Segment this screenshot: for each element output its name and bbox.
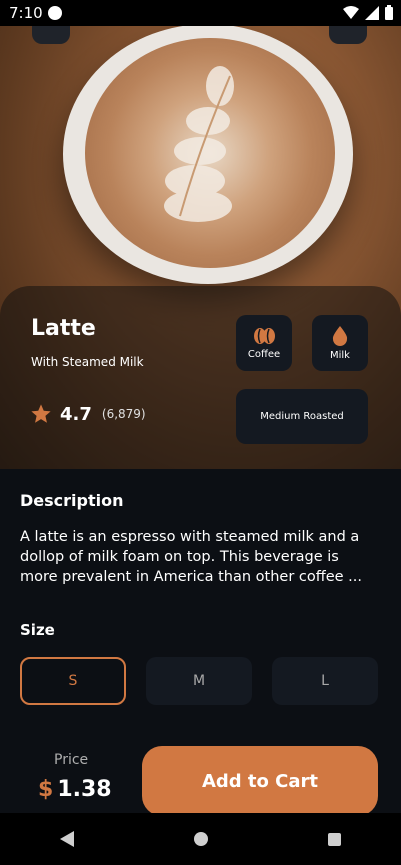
status-time: 7:10 — [9, 4, 43, 22]
size-button-m[interactable]: M — [146, 657, 252, 705]
status-bar: 7:10 — [0, 0, 401, 26]
product-subtitle: With Steamed Milk — [31, 355, 144, 369]
star-icon — [31, 404, 51, 423]
latte-art-icon — [164, 66, 234, 222]
nav-recents-icon[interactable] — [328, 832, 341, 846]
signal-icon — [365, 5, 379, 20]
price-label: Price — [54, 752, 89, 768]
nav-home-icon[interactable] — [194, 832, 208, 846]
size-title: Size — [20, 621, 55, 639]
description-title: Description — [20, 491, 124, 510]
app-notification-icon — [48, 6, 62, 20]
favorite-button[interactable] — [329, 26, 367, 44]
system-nav-bar — [0, 813, 401, 865]
currency-symbol: $ — [38, 777, 54, 802]
rating-value: 4.7 — [60, 403, 92, 425]
chip-roast: Medium Roasted — [236, 389, 368, 444]
nav-back-icon[interactable] — [60, 831, 74, 847]
milk-drop-icon — [332, 325, 348, 346]
rating: 4.7 (6,879) — [30, 403, 146, 425]
price-value: 1.38 — [57, 777, 112, 802]
price: $1.38 — [38, 777, 112, 802]
size-button-l[interactable]: L — [272, 657, 378, 705]
add-to-cart-button[interactable]: Add to Cart — [142, 746, 378, 816]
chip-milk-label: Milk — [330, 349, 350, 361]
back-button[interactable] — [32, 26, 70, 44]
battery-icon — [385, 5, 393, 20]
wifi-icon — [343, 5, 359, 19]
size-button-s[interactable]: S — [20, 657, 126, 705]
rating-count: (6,879) — [101, 407, 146, 421]
chip-coffee: Coffee — [236, 315, 292, 371]
coffee-bean-icon — [254, 327, 275, 344]
product-name: Latte — [31, 316, 96, 341]
chip-roast-label: Medium Roasted — [260, 411, 344, 422]
status-icons — [343, 5, 393, 20]
chip-milk: Milk — [312, 315, 368, 371]
description-text[interactable]: A latte is an espresso with steamed milk… — [20, 527, 380, 587]
chip-coffee-label: Coffee — [247, 348, 281, 360]
